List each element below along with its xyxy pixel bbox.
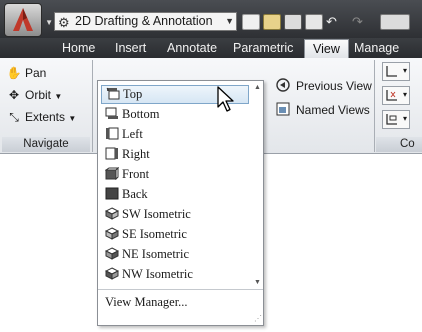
dropdown-scrollbar[interactable]: ▲ ▼ — [252, 82, 262, 288]
nw-isometric-icon — [105, 267, 119, 280]
tab-annotate[interactable]: Annotate — [167, 38, 217, 58]
zoom-extents-button[interactable]: ⤡ Extents ▼ — [6, 108, 76, 126]
tab-view[interactable]: View — [304, 39, 349, 58]
plot-icon[interactable] — [380, 14, 410, 30]
view-item-back[interactable]: Back — [101, 185, 249, 204]
view-item-se-isometric[interactable]: SE Isometric — [101, 225, 249, 244]
ne-isometric-icon — [105, 247, 119, 260]
undo-icon[interactable]: ↶ — [326, 14, 346, 30]
chevron-down-icon: ▾ — [402, 90, 407, 99]
view-item-left[interactable]: Left — [101, 125, 249, 144]
previous-view-label: Previous View — [296, 79, 372, 93]
front-view-icon — [105, 167, 119, 180]
workspace-label: 2D Drafting & Annotation — [75, 14, 213, 28]
se-isometric-icon — [105, 227, 119, 240]
bottom-view-icon — [105, 107, 118, 119]
view-item-label: SW Isometric — [122, 207, 191, 221]
navigate-panel-title[interactable]: Navigate — [2, 137, 90, 152]
ucs-x-icon — [386, 90, 397, 101]
menu-divider — [98, 289, 263, 290]
tab-insert[interactable]: Insert — [115, 38, 146, 58]
open-folder-icon[interactable] — [263, 14, 281, 30]
orbit-button[interactable]: ✥ Orbit ▼ — [6, 86, 62, 104]
view-item-nw-isometric[interactable]: NW Isometric — [101, 265, 249, 284]
chevron-down-icon: ▼ — [68, 114, 77, 123]
view-item-ne-isometric[interactable]: NE Isometric — [101, 245, 249, 264]
tab-manage[interactable]: Manage — [354, 38, 399, 58]
chevron-down-icon: ▼ — [54, 92, 63, 101]
view-item-label: Front — [122, 167, 150, 181]
chevron-down-icon: ▾ — [402, 114, 407, 123]
orbit-icon: ✥ — [8, 88, 20, 102]
view-item-label: SE Isometric — [122, 227, 187, 241]
previous-view-button[interactable]: Previous View — [276, 76, 372, 96]
named-views-icon — [276, 102, 290, 116]
resize-grip-icon[interactable]: ⋰ — [254, 314, 262, 323]
redo-icon[interactable]: ↷ — [352, 14, 372, 30]
ucs-view-icon — [386, 114, 397, 125]
autocad-logo-icon — [13, 8, 33, 31]
previous-view-icon — [276, 78, 290, 92]
view-item-front[interactable]: Front — [101, 165, 249, 184]
quick-access-toolbar: ▼ ⚙ 2D Drafting & Annotation ▼ ↶ ↷ — [0, 0, 422, 38]
right-view-icon — [105, 147, 118, 160]
view-dropdown-menu: Top Bottom Left Right Front Back SW Isom… — [97, 80, 264, 326]
view-manager-button[interactable]: View Manager... — [105, 295, 188, 310]
chevron-down-icon: ▼ — [45, 18, 53, 27]
hand-icon: ✋ — [6, 66, 22, 80]
sw-isometric-icon — [105, 207, 119, 220]
ucs-icon — [386, 66, 397, 77]
view-item-label: Bottom — [122, 107, 160, 121]
ucs-x-button[interactable]: ▾ — [382, 86, 410, 105]
save-as-icon[interactable] — [305, 14, 323, 30]
view-item-label: Left — [122, 127, 143, 141]
view-item-label: Right — [122, 147, 150, 161]
workspace-switcher[interactable]: ⚙ 2D Drafting & Annotation ▼ — [54, 12, 237, 31]
tab-parametric[interactable]: Parametric — [233, 38, 293, 58]
top-view-icon — [106, 87, 120, 100]
named-views-label: Named Views — [296, 103, 370, 117]
view-item-label: Back — [122, 187, 148, 201]
back-view-icon — [105, 187, 119, 200]
view-item-sw-isometric[interactable]: SW Isometric — [101, 205, 249, 224]
pan-button[interactable]: ✋ Pan — [6, 64, 47, 82]
scroll-up-arrow-icon[interactable]: ▲ — [254, 84, 261, 91]
view-item-label: Top — [123, 87, 143, 101]
zoom-extents-icon: ⤡ — [9, 110, 19, 124]
save-icon[interactable] — [284, 14, 302, 30]
view-item-right[interactable]: Right — [101, 145, 249, 164]
coordinates-panel-title[interactable]: Co — [376, 137, 422, 152]
pan-label: Pan — [25, 66, 47, 80]
ucs-view-button[interactable]: ▾ — [382, 110, 410, 129]
new-file-icon[interactable] — [242, 14, 260, 30]
named-views-button[interactable]: Named Views — [276, 100, 370, 120]
application-menu-button[interactable]: ▼ — [4, 3, 53, 37]
panel-divider — [374, 60, 375, 152]
gear-icon: ⚙ — [58, 15, 70, 30]
chevron-down-icon: ▾ — [402, 66, 407, 75]
chevron-down-icon: ▼ — [225, 16, 234, 26]
tab-home[interactable]: Home — [62, 38, 95, 58]
ribbon-tabs: Home Insert Annotate Parametric View Man… — [0, 38, 422, 58]
scroll-down-arrow-icon[interactable]: ▼ — [254, 279, 261, 286]
view-item-label: NE Isometric — [122, 247, 189, 261]
mouse-pointer-icon — [217, 86, 234, 112]
extents-label: Extents — [25, 110, 66, 124]
panel-divider — [92, 60, 93, 152]
view-item-label: NW Isometric — [122, 267, 193, 281]
orbit-label: Orbit — [25, 88, 52, 102]
left-view-icon — [106, 127, 119, 140]
ucs-button[interactable]: ▾ — [382, 62, 410, 81]
